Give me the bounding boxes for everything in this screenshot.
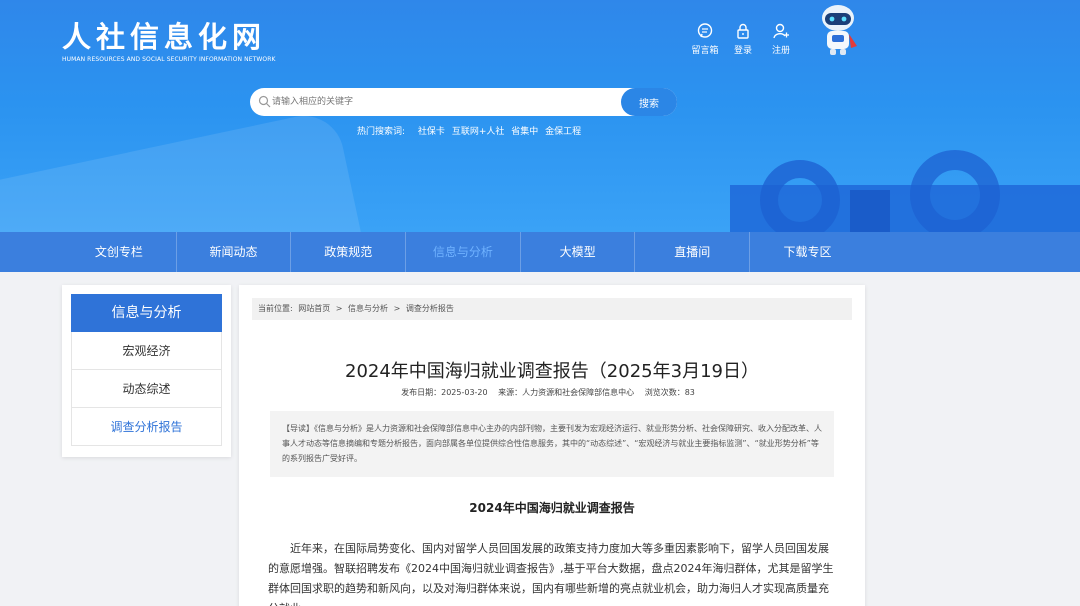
breadcrumb-prefix: 当前位置: xyxy=(258,304,293,313)
main-nav: 文创专栏 新闻动态 政策规范 信息与分析 大模型 直播间 下载专区 xyxy=(0,232,1080,272)
article-source: 来源：人力资源和社会保障部信息中心 xyxy=(498,388,635,397)
breadcrumb-home[interactable]: 网站首页 xyxy=(298,304,330,313)
logo-text: 人社信息化网 xyxy=(62,20,267,54)
sidebar-item-survey-report[interactable]: 调查分析报告 xyxy=(71,408,222,446)
hot-search-item[interactable]: 互联网+人社 xyxy=(452,127,505,137)
article-title: 2024年中国海归就业调查报告（2025年3月19日） xyxy=(345,361,759,382)
sidebar-title: 信息与分析 xyxy=(71,294,222,332)
nav-item-live[interactable]: 直播间 xyxy=(635,232,751,272)
message-box-link[interactable]: 留言箱 xyxy=(686,22,724,56)
site-logo[interactable]: 人社信息化网 HUMAN RESOURCES AND SOCIAL SECURI… xyxy=(62,20,276,63)
header-tools: 留言箱 登录 注册 xyxy=(686,22,800,56)
sidebar-item-dynamic-review[interactable]: 动态综述 xyxy=(71,370,222,408)
login-link[interactable]: 登录 xyxy=(724,22,762,56)
header-decoration xyxy=(760,160,840,232)
nav-item-news[interactable]: 新闻动态 xyxy=(177,232,292,272)
article-intro: 【导读】《信息与分析》是人力资源和社会保障部信息中心主办的内部刊物，主要刊发为宏… xyxy=(270,411,834,477)
header-decoration xyxy=(910,150,1000,232)
logo-subtitle: HUMAN RESOURCES AND SOCIAL SECURITY INFO… xyxy=(62,56,276,63)
sidebar: 信息与分析 宏观经济 动态综述 调查分析报告 xyxy=(62,285,231,457)
login-label: 登录 xyxy=(733,46,752,56)
header-decoration xyxy=(0,108,377,232)
site-header: 人社信息化网 HUMAN RESOURCES AND SOCIAL SECURI… xyxy=(0,0,1080,232)
hot-search-terms: 热门搜索词: 社保卡 互联网+人社 省集中 金保工程 xyxy=(357,124,585,137)
search-bar: 搜索 xyxy=(250,88,677,116)
publish-date: 发布日期：2025-03-20 xyxy=(401,388,488,397)
hot-search-label: 热门搜索词: xyxy=(357,127,406,137)
hot-search-item[interactable]: 省集中 xyxy=(511,127,538,137)
search-button[interactable]: 搜索 xyxy=(621,88,677,116)
nav-item-info-analysis[interactable]: 信息与分析 xyxy=(406,232,521,272)
article-body: 近年来，在国际局势变化、国内对留学人员回国发展的政策支持力度加大等多重因素影响下… xyxy=(268,542,834,606)
search-icon xyxy=(258,95,271,108)
article-panel: 当前位置: 网站首页 > 信息与分析 > 调查分析报告 2024年中国海归就业调… xyxy=(239,285,865,606)
search-input[interactable] xyxy=(272,88,612,116)
breadcrumb-separator: > xyxy=(393,304,401,313)
breadcrumb: 当前位置: 网站首页 > 信息与分析 > 调查分析报告 xyxy=(252,298,852,320)
nav-item-wenchuang[interactable]: 文创专栏 xyxy=(62,232,177,272)
breadcrumb-separator: > xyxy=(335,304,343,313)
article-subtitle: 2024年中国海归就业调查报告 xyxy=(469,501,635,515)
nav-item-policy[interactable]: 政策规范 xyxy=(291,232,407,272)
nav-item-downloads[interactable]: 下载专区 xyxy=(750,232,865,272)
sidebar-item-macro-economy[interactable]: 宏观经济 xyxy=(71,332,222,370)
register-link[interactable]: 注册 xyxy=(762,22,800,56)
header-decoration xyxy=(850,190,890,232)
view-count: 浏览次数：83 xyxy=(644,388,695,397)
breadcrumb-current[interactable]: 调查分析报告 xyxy=(406,304,454,313)
message-icon xyxy=(697,23,713,38)
hot-search-item[interactable]: 社保卡 xyxy=(418,127,445,137)
nav-item-large-model[interactable]: 大模型 xyxy=(521,232,636,272)
article-meta: 发布日期：2025-03-20 来源：人力资源和社会保障部信息中心 浏览次数：8… xyxy=(239,387,865,398)
breadcrumb-section[interactable]: 信息与分析 xyxy=(348,304,388,313)
message-box-label: 留言箱 xyxy=(691,46,719,56)
register-label: 注册 xyxy=(771,46,790,56)
hot-search-item[interactable]: 金保工程 xyxy=(545,127,581,137)
robot-mascot-icon[interactable] xyxy=(816,4,860,56)
lock-icon xyxy=(737,23,749,39)
user-add-icon xyxy=(773,23,789,39)
